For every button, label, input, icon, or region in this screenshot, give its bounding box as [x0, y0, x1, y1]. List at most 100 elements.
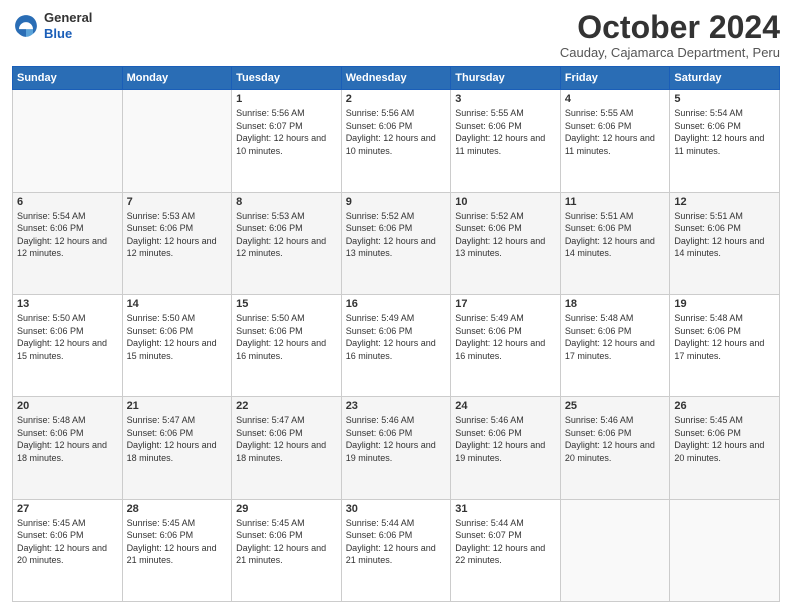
day-info: Sunrise: 5:55 AMSunset: 6:06 PMDaylight:… [455, 107, 556, 157]
day-number: 22 [236, 400, 337, 412]
cell-w2-d5: 10Sunrise: 5:52 AMSunset: 6:06 PMDayligh… [451, 192, 561, 294]
location: Cauday, Cajamarca Department, Peru [560, 45, 780, 60]
day-number: 8 [236, 196, 337, 208]
day-info: Sunrise: 5:49 AMSunset: 6:06 PMDaylight:… [455, 312, 556, 362]
day-number: 1 [236, 93, 337, 105]
day-info: Sunrise: 5:46 AMSunset: 6:06 PMDaylight:… [346, 414, 447, 464]
day-info: Sunrise: 5:47 AMSunset: 6:06 PMDaylight:… [236, 414, 337, 464]
cell-w1-d3: 1 Sunrise: 5:56 AMSunset: 6:07 PMDaylight… [232, 90, 342, 192]
day-info: Sunrise: 5:45 AMSunset: 6:06 PMDaylight:… [127, 517, 228, 567]
cell-w2-d7: 12Sunrise: 5:51 AMSunset: 6:06 PMDayligh… [670, 192, 780, 294]
week-row-3: 13 Sunrise: 5:50 AMSunset: 6:06 PMDayligh… [13, 294, 780, 396]
cell-w3-d7: 19 Sunrise: 5:48 AMSunset: 6:06 PMDayligh… [670, 294, 780, 396]
cell-w1-d7: 5 Sunrise: 5:54 AMSunset: 6:06 PMDaylight… [670, 90, 780, 192]
cell-w5-d2: 28 Sunrise: 5:45 AMSunset: 6:06 PMDayligh… [122, 499, 232, 601]
title-block: October 2024 Cauday, Cajamarca Departmen… [560, 10, 780, 60]
day-info: Sunrise: 5:48 AMSunset: 6:06 PMDaylight:… [565, 312, 666, 362]
day-info: Sunrise: 5:52 AMSunset: 6:06 PMDaylight:… [346, 210, 447, 260]
day-number: 15 [236, 298, 337, 310]
day-info: Sunrise: 5:54 AMSunset: 6:06 PMDaylight:… [17, 210, 118, 260]
month-title: October 2024 [560, 10, 780, 45]
col-sunday: Sunday [13, 67, 123, 90]
col-monday: Monday [122, 67, 232, 90]
day-info: Sunrise: 5:56 AMSunset: 6:07 PMDaylight:… [236, 107, 337, 157]
cell-w3-d4: 16 Sunrise: 5:49 AMSunset: 6:06 PMDayligh… [341, 294, 451, 396]
day-info: Sunrise: 5:53 AMSunset: 6:06 PMDaylight:… [127, 210, 228, 260]
day-number: 7 [127, 196, 228, 208]
day-info: Sunrise: 5:56 AMSunset: 6:06 PMDaylight:… [346, 107, 447, 157]
day-number: 19 [674, 298, 775, 310]
day-info: Sunrise: 5:46 AMSunset: 6:06 PMDaylight:… [565, 414, 666, 464]
day-number: 9 [346, 196, 447, 208]
col-friday: Friday [560, 67, 670, 90]
logo-text: General Blue [44, 10, 92, 41]
day-number: 17 [455, 298, 556, 310]
day-number: 2 [346, 93, 447, 105]
day-info: Sunrise: 5:49 AMSunset: 6:06 PMDaylight:… [346, 312, 447, 362]
week-row-5: 27 Sunrise: 5:45 AMSunset: 6:06 PMDayligh… [13, 499, 780, 601]
day-number: 14 [127, 298, 228, 310]
day-number: 23 [346, 400, 447, 412]
cell-w5-d7 [670, 499, 780, 601]
day-number: 28 [127, 503, 228, 515]
day-number: 24 [455, 400, 556, 412]
day-number: 11 [565, 196, 666, 208]
week-row-1: 1 Sunrise: 5:56 AMSunset: 6:07 PMDaylight… [13, 90, 780, 192]
cell-w3-d1: 13 Sunrise: 5:50 AMSunset: 6:06 PMDayligh… [13, 294, 123, 396]
calendar-header-row: Sunday Monday Tuesday Wednesday Thursday… [13, 67, 780, 90]
cell-w4-d7: 26 Sunrise: 5:45 AMSunset: 6:06 PMDayligh… [670, 397, 780, 499]
cell-w5-d5: 31 Sunrise: 5:44 AMSunset: 6:07 PMDayligh… [451, 499, 561, 601]
day-info: Sunrise: 5:45 AMSunset: 6:06 PMDaylight:… [17, 517, 118, 567]
cell-w1-d2 [122, 90, 232, 192]
day-info: Sunrise: 5:44 AMSunset: 6:07 PMDaylight:… [455, 517, 556, 567]
day-number: 26 [674, 400, 775, 412]
logo: General Blue [12, 10, 92, 41]
cell-w2-d4: 9 Sunrise: 5:52 AMSunset: 6:06 PMDaylight… [341, 192, 451, 294]
day-info: Sunrise: 5:44 AMSunset: 6:06 PMDaylight:… [346, 517, 447, 567]
cell-w2-d6: 11 Sunrise: 5:51 AMSunset: 6:06 PMDayligh… [560, 192, 670, 294]
day-number: 10 [455, 196, 556, 208]
cell-w3-d3: 15 Sunrise: 5:50 AMSunset: 6:06 PMDayligh… [232, 294, 342, 396]
cell-w4-d1: 20 Sunrise: 5:48 AMSunset: 6:06 PMDayligh… [13, 397, 123, 499]
day-info: Sunrise: 5:48 AMSunset: 6:06 PMDaylight:… [674, 312, 775, 362]
day-number: 12 [674, 196, 775, 208]
cell-w4-d6: 25Sunrise: 5:46 AMSunset: 6:06 PMDayligh… [560, 397, 670, 499]
cell-w4-d5: 24 Sunrise: 5:46 AMSunset: 6:06 PMDayligh… [451, 397, 561, 499]
cell-w3-d6: 18Sunrise: 5:48 AMSunset: 6:06 PMDayligh… [560, 294, 670, 396]
day-info: Sunrise: 5:50 AMSunset: 6:06 PMDaylight:… [236, 312, 337, 362]
day-number: 20 [17, 400, 118, 412]
day-info: Sunrise: 5:45 AMSunset: 6:06 PMDaylight:… [236, 517, 337, 567]
cell-w1-d6: 4Sunrise: 5:55 AMSunset: 6:06 PMDaylight… [560, 90, 670, 192]
day-number: 30 [346, 503, 447, 515]
cell-w2-d2: 7 Sunrise: 5:53 AMSunset: 6:06 PMDaylight… [122, 192, 232, 294]
day-number: 21 [127, 400, 228, 412]
day-number: 16 [346, 298, 447, 310]
cell-w3-d5: 17 Sunrise: 5:49 AMSunset: 6:06 PMDayligh… [451, 294, 561, 396]
col-saturday: Saturday [670, 67, 780, 90]
calendar-table: Sunday Monday Tuesday Wednesday Thursday… [12, 66, 780, 602]
day-info: Sunrise: 5:46 AMSunset: 6:06 PMDaylight:… [455, 414, 556, 464]
day-number: 31 [455, 503, 556, 515]
day-info: Sunrise: 5:47 AMSunset: 6:06 PMDaylight:… [127, 414, 228, 464]
cell-w1-d1 [13, 90, 123, 192]
day-info: Sunrise: 5:48 AMSunset: 6:06 PMDaylight:… [17, 414, 118, 464]
day-number: 3 [455, 93, 556, 105]
day-number: 5 [674, 93, 775, 105]
day-number: 6 [17, 196, 118, 208]
day-info: Sunrise: 5:50 AMSunset: 6:06 PMDaylight:… [17, 312, 118, 362]
day-info: Sunrise: 5:51 AMSunset: 6:06 PMDaylight:… [565, 210, 666, 260]
day-number: 13 [17, 298, 118, 310]
day-info: Sunrise: 5:53 AMSunset: 6:06 PMDaylight:… [236, 210, 337, 260]
day-number: 27 [17, 503, 118, 515]
cell-w5-d3: 29 Sunrise: 5:45 AMSunset: 6:06 PMDayligh… [232, 499, 342, 601]
day-info: Sunrise: 5:45 AMSunset: 6:06 PMDaylight:… [674, 414, 775, 464]
day-number: 29 [236, 503, 337, 515]
col-tuesday: Tuesday [232, 67, 342, 90]
week-row-2: 6 Sunrise: 5:54 AMSunset: 6:06 PMDaylight… [13, 192, 780, 294]
col-wednesday: Wednesday [341, 67, 451, 90]
day-info: Sunrise: 5:54 AMSunset: 6:06 PMDaylight:… [674, 107, 775, 157]
day-info: Sunrise: 5:55 AMSunset: 6:06 PMDaylight:… [565, 107, 666, 157]
cell-w4-d4: 23 Sunrise: 5:46 AMSunset: 6:06 PMDayligh… [341, 397, 451, 499]
cell-w5-d6 [560, 499, 670, 601]
logo-icon [12, 12, 40, 40]
